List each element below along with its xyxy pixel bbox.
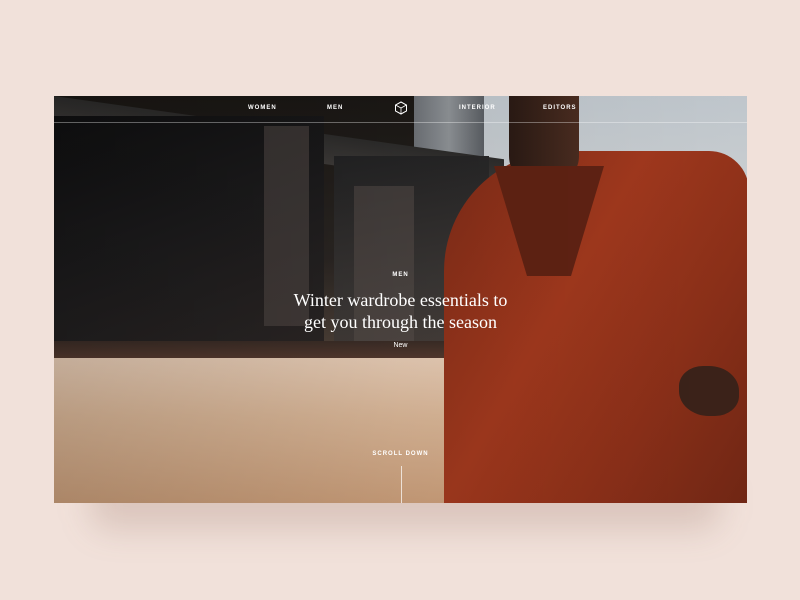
scroll-down-button[interactable]: SCROLL DOWN: [54, 451, 747, 457]
nav-item-interior[interactable]: INTERIOR: [459, 105, 496, 111]
nav-item-women[interactable]: WOMEN: [248, 105, 277, 111]
scroll-indicator-line: [401, 466, 402, 503]
new-tag: New: [393, 342, 408, 349]
headline-line: get you through the season: [304, 312, 497, 332]
nav-divider: [54, 122, 747, 123]
top-nav: WOMEN MEN INTERIOR EDITORS: [54, 96, 747, 122]
headline-line: Winter wardrobe essentials to: [293, 290, 508, 310]
cube-logo-icon[interactable]: [394, 101, 408, 115]
nav-item-editors[interactable]: EDITORS: [543, 105, 577, 111]
hero-card: WOMEN MEN INTERIOR EDITORS MEN Winter wa…: [54, 96, 747, 503]
nav-item-men[interactable]: MEN: [327, 105, 343, 111]
article-headline[interactable]: Winter wardrobe essentials to get you th…: [54, 289, 747, 333]
category-label[interactable]: MEN: [54, 272, 747, 278]
